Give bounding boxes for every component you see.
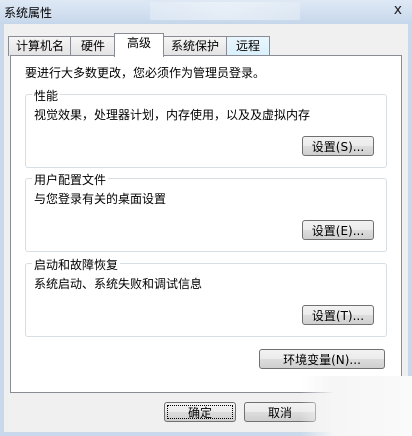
tab-advanced[interactable]: 高级 — [114, 33, 164, 57]
startup-recovery-title: 启动和故障恢复 — [32, 256, 121, 273]
tab-computer-name[interactable]: 计算机名 — [8, 36, 72, 56]
user-profiles-group: 用户配置文件 与您登录有关的桌面设置 设置(E)... — [25, 171, 387, 252]
blurred-corner — [300, 376, 412, 436]
performance-description: 视觉效果，处理器计划，内存使用，以及及虚拟内存 — [34, 108, 311, 122]
blurred-region — [150, 2, 300, 20]
startup-recovery-description: 系统启动、系统失败和调试信息 — [34, 277, 203, 291]
close-icon[interactable]: x — [394, 2, 402, 18]
performance-title: 性能 — [32, 87, 61, 104]
tab-remote[interactable]: 远程 — [226, 36, 270, 56]
window-title: 系统属性 — [4, 6, 53, 20]
admin-notice: 要进行大多数更改，您必须作为管理员登录。 — [25, 66, 266, 80]
performance-settings-button[interactable]: 设置(S)... — [302, 136, 374, 156]
advanced-panel: 要进行大多数更改，您必须作为管理员登录。 性能 视觉效果，处理器计划，内存使用，… — [10, 55, 402, 393]
user-profiles-description: 与您登录有关的桌面设置 — [34, 192, 167, 206]
user-profiles-settings-button[interactable]: 设置(E)... — [302, 220, 374, 240]
tab-system-protection[interactable]: 系统保护 — [162, 36, 228, 56]
environment-variables-button[interactable]: 环境变量(N)... — [259, 349, 385, 369]
startup-recovery-group: 启动和故障恢复 系统启动、系统失败和调试信息 设置(T)... — [25, 256, 387, 337]
ok-button[interactable]: 确定 — [164, 402, 236, 422]
performance-group: 性能 视觉效果，处理器计划，内存使用，以及及虚拟内存 设置(S)... — [25, 87, 387, 168]
startup-recovery-settings-button[interactable]: 设置(T)... — [302, 305, 374, 325]
title-bar: 系统属性 x — [0, 0, 412, 24]
dialog-client: 计算机名 硬件 高级 系统保护 远程 要进行大多数更改，您必须作为管理员登录。 … — [4, 24, 408, 432]
tab-hardware[interactable]: 硬件 — [70, 36, 116, 56]
user-profiles-title: 用户配置文件 — [32, 171, 109, 188]
